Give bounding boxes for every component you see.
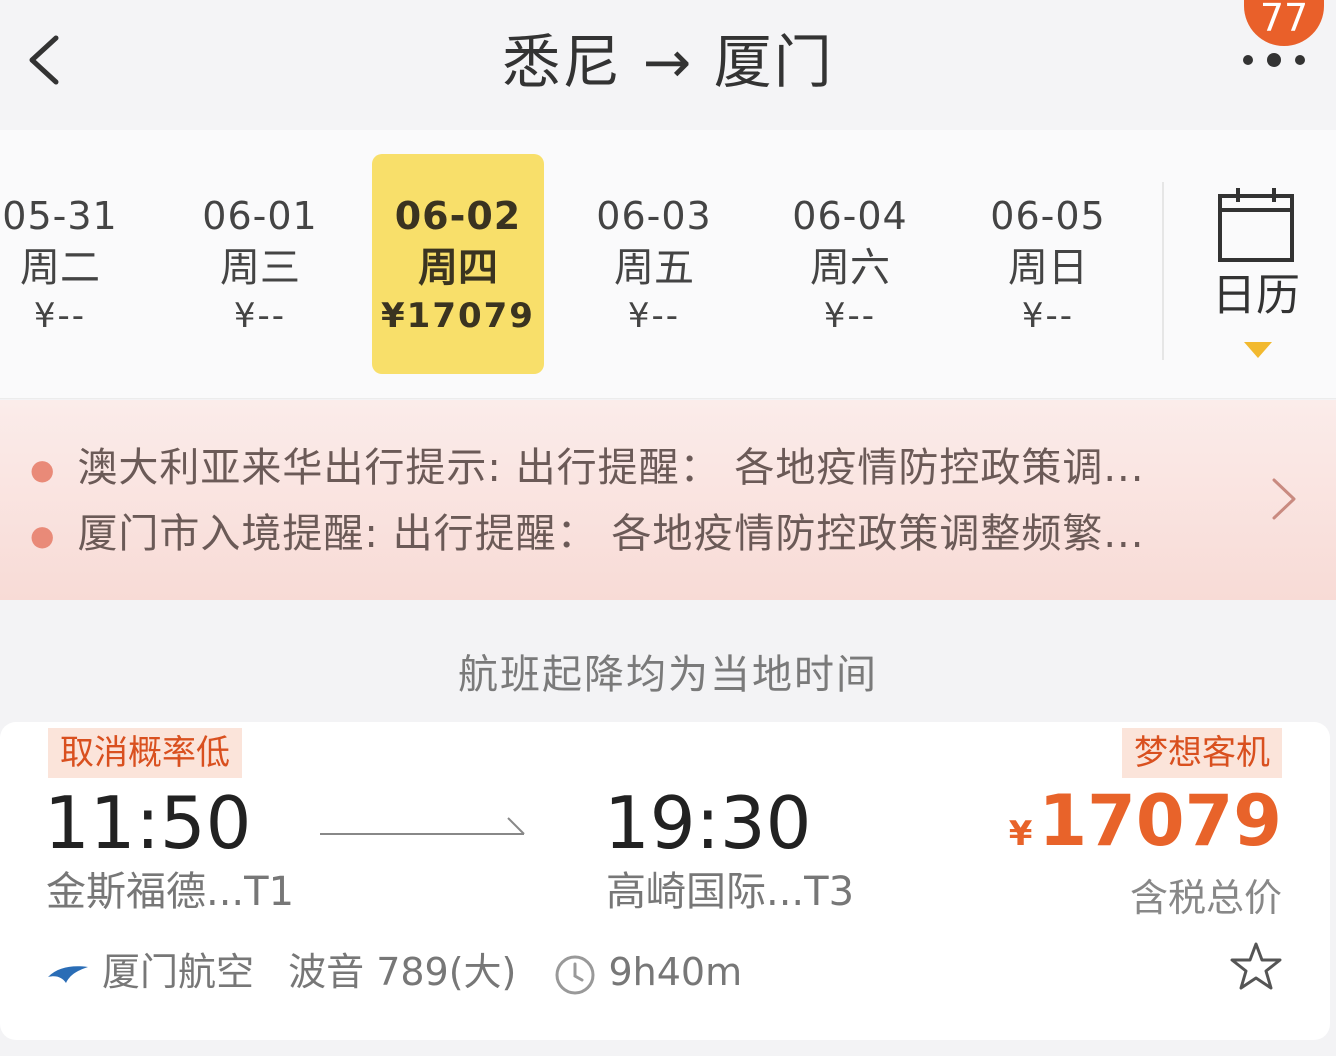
chevron-right-icon[interactable] xyxy=(1268,474,1298,524)
date-item-selected[interactable]: 06-02 周四 ¥17079 xyxy=(372,154,544,374)
clock-icon xyxy=(555,955,595,994)
calendar-button[interactable]: 日历 xyxy=(1196,186,1316,366)
cancel-probability-tag: 取消概率低 xyxy=(48,728,242,778)
currency-symbol: ¥ xyxy=(1008,814,1033,854)
bullet-icon: ● xyxy=(30,453,56,486)
date-item[interactable]: 05-31 周二 ¥-- xyxy=(0,154,146,374)
date-label: 06-02 xyxy=(394,194,522,238)
notice-text: 澳大利亚来华出行提示: 出行提醒： 各地疫情防控政策调... xyxy=(77,445,1145,491)
weekday-label: 周日 xyxy=(1008,245,1088,291)
date-price: ¥-- xyxy=(1021,296,1075,336)
date-price: ¥-- xyxy=(33,296,87,336)
local-time-note: 航班起降均为当地时间 xyxy=(458,652,878,698)
date-item[interactable]: 06-03 周五 ¥-- xyxy=(568,154,740,374)
flight-card[interactable]: 取消概率低 梦想客机 11:50 19:30 金斯福德...T1 高崎国际...… xyxy=(0,722,1330,1040)
price-amount: 17079 xyxy=(1038,780,1282,862)
aircraft-type: 波音 789(大) xyxy=(288,950,517,994)
page-title: 悉尼 → 厦门 xyxy=(502,28,834,96)
departure-airport: 金斯福德...T1 xyxy=(46,869,295,915)
arrival-airport: 高崎国际...T3 xyxy=(606,869,855,915)
date-label: 06-04 xyxy=(792,194,908,238)
weekday-label: 周四 xyxy=(418,245,498,291)
travel-notice-banner[interactable]: ● 澳大利亚来华出行提示: 出行提醒： 各地疫情防控政策调... ● 厦门市入境提醒… xyxy=(0,400,1336,600)
star-icon[interactable] xyxy=(1228,940,1284,994)
date-label: 06-05 xyxy=(990,194,1106,238)
notice-item: ● 厦门市入境提醒: 出行提醒： 各地疫情防控政策调整频繁... xyxy=(30,504,1230,566)
date-item[interactable]: 06-01 周三 ¥-- xyxy=(174,154,346,374)
date-price: ¥17079 xyxy=(381,296,535,336)
weekday-label: 周二 xyxy=(20,245,100,291)
header-bar: 悉尼 → 厦门 77 xyxy=(0,0,1336,130)
airline-name: 厦门航空 xyxy=(102,950,255,994)
weekday-label: 周五 xyxy=(614,245,694,291)
date-item[interactable]: 06-04 周六 ¥-- xyxy=(764,154,936,374)
price-note: 含税总价 xyxy=(1129,876,1282,920)
route-arrow-icon xyxy=(320,817,525,835)
date-label: 06-03 xyxy=(596,194,712,238)
date-item[interactable]: 06-05 周日 ¥-- xyxy=(962,154,1134,374)
flight-info-row: 厦门航空 波音 789(大) 9h40m xyxy=(46,942,742,1002)
date-price: ¥-- xyxy=(823,296,877,336)
weekday-label: 周六 xyxy=(810,245,890,291)
departure-time: 11:50 xyxy=(44,781,252,865)
arrival-time: 19:30 xyxy=(604,781,812,865)
notice-text: 厦门市入境提醒: 出行提醒： 各地疫情防控政策调整频繁... xyxy=(77,511,1145,557)
calendar-label: 日历 xyxy=(1212,270,1300,321)
calendar-icon xyxy=(1218,188,1294,262)
date-price: ¥-- xyxy=(627,296,681,336)
bullet-icon: ● xyxy=(30,519,56,552)
divider xyxy=(1162,182,1164,360)
date-price: ¥-- xyxy=(233,296,287,336)
date-selector: 05-31 周二 ¥-- 06-01 周三 ¥-- 06-02 周四 ¥1707… xyxy=(0,130,1336,399)
triangle-down-icon xyxy=(1244,342,1272,358)
airline-logo-icon xyxy=(48,965,88,983)
more-dots-icon[interactable] xyxy=(1238,44,1310,74)
aircraft-tag: 梦想客机 xyxy=(1122,728,1282,778)
date-label: 06-01 xyxy=(202,194,318,238)
notice-item: ● 澳大利亚来华出行提示: 出行提醒： 各地疫情防控政策调... xyxy=(30,438,1230,500)
weekday-label: 周三 xyxy=(220,245,300,291)
date-label: 05-31 xyxy=(2,194,118,238)
flight-duration: 9h40m xyxy=(608,950,743,994)
